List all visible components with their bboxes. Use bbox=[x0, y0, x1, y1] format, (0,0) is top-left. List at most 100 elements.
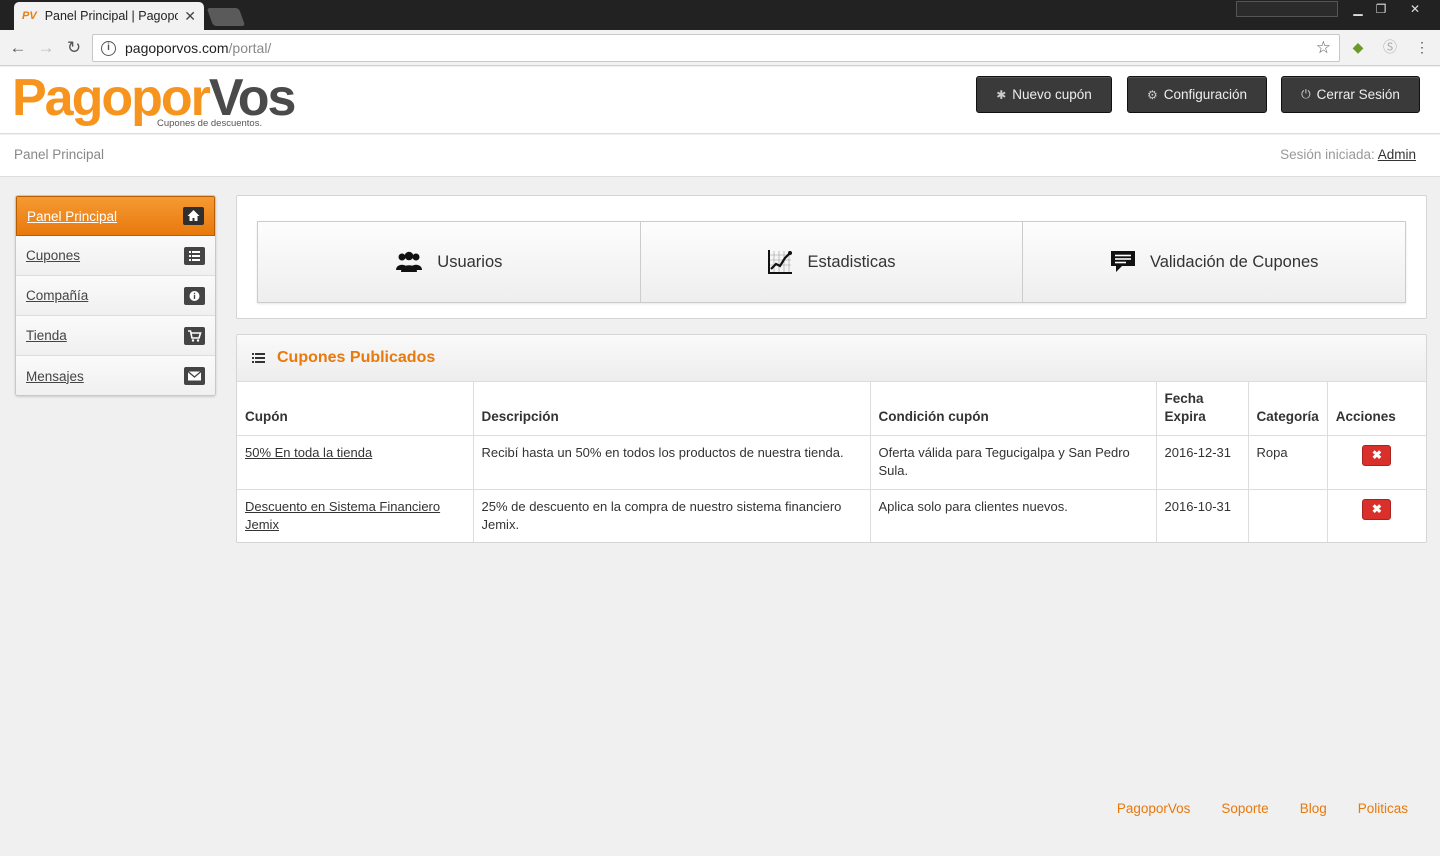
browser-tab[interactable]: PV Panel Principal | Pagopor ✕ bbox=[14, 2, 204, 30]
logout-button[interactable]: ⏻ Cerrar Sesión bbox=[1281, 76, 1420, 113]
category-cell: Ropa bbox=[1248, 435, 1328, 490]
bookmark-star-icon[interactable]: ☆ bbox=[1316, 38, 1331, 58]
session-prefix: Sesión iniciada: bbox=[1280, 147, 1375, 162]
sidebar-item-label[interactable]: Mensajes bbox=[26, 369, 84, 384]
cart-icon bbox=[184, 326, 205, 345]
column-header-descripcion: Descripción bbox=[473, 382, 871, 436]
footer-link-blog[interactable]: Blog bbox=[1300, 801, 1327, 816]
column-header-cupon: Cupón bbox=[237, 382, 474, 436]
footer-link-politicas[interactable]: Politicas bbox=[1358, 801, 1408, 816]
gear-icon: ⚙ bbox=[1146, 87, 1158, 102]
column-header-acciones: Acciones bbox=[1327, 382, 1426, 436]
users-icon bbox=[395, 251, 423, 273]
delete-button[interactable]: ✖ bbox=[1362, 499, 1392, 520]
close-window-icon[interactable]: ✕ bbox=[1402, 1, 1428, 17]
remove-icon: ✖ bbox=[1371, 502, 1382, 516]
coupon-link[interactable]: Descuento en Sistema Financiero Jemix bbox=[245, 499, 440, 532]
published-coupons-panel: Cupones Publicados Cupón Descripción Con… bbox=[236, 334, 1427, 543]
new-tab-button[interactable] bbox=[206, 8, 246, 26]
favicon-icon: PV bbox=[22, 10, 37, 22]
actions-cell: ✖ bbox=[1327, 435, 1426, 490]
statistics-label: Estadisticas bbox=[807, 252, 896, 271]
browser-toolbar: ← → ↻ i pagoporvos.com/portal/ ☆ ◆ Ⓢ ⋮ bbox=[0, 30, 1440, 66]
actions-cell: ✖ bbox=[1327, 490, 1426, 543]
column-header-categoria: Categoría bbox=[1248, 382, 1328, 436]
footer-link-soporte[interactable]: Soporte bbox=[1221, 801, 1268, 816]
address-bar[interactable]: i pagoporvos.com/portal/ ☆ bbox=[92, 34, 1340, 62]
sidebar-item-label[interactable]: Panel Principal bbox=[27, 209, 117, 224]
table-row: 50% En toda la tienda Recibí hasta un 50… bbox=[237, 435, 1426, 490]
users-button[interactable]: Usuarios bbox=[258, 222, 641, 302]
settings-button[interactable]: ⚙ Configuración bbox=[1127, 76, 1267, 113]
delete-button[interactable]: ✖ bbox=[1362, 445, 1392, 466]
list-icon bbox=[251, 351, 267, 365]
envelope-icon bbox=[184, 367, 205, 385]
skype-icon[interactable]: Ⓢ bbox=[1381, 38, 1399, 56]
logo-tagline: Cupones de descuentos. bbox=[157, 118, 263, 129]
panel-header: Cupones Publicados bbox=[237, 335, 1426, 382]
asterisk-icon: ✱ bbox=[996, 87, 1007, 102]
url-path: /portal/ bbox=[228, 40, 272, 56]
forward-icon[interactable]: → bbox=[36, 38, 56, 58]
coupon-validation-button[interactable]: Validación de Cupones bbox=[1023, 222, 1406, 302]
home-icon bbox=[183, 207, 204, 225]
sidebar: Panel Principal Cupones Compañía Tienda … bbox=[15, 195, 216, 396]
chart-icon bbox=[767, 249, 793, 275]
sidebar-item-label[interactable]: Tienda bbox=[26, 328, 67, 343]
footer-links: PagoporVos Soporte Blog Politicas bbox=[1117, 801, 1408, 816]
condition-cell: Aplica solo para clientes nuevos. bbox=[870, 489, 1157, 542]
coupons-table: Cupón Descripción Condición cupón Fecha … bbox=[237, 382, 1426, 543]
menu-icon[interactable]: ⋮ bbox=[1413, 38, 1431, 56]
breadcrumb: Panel Principal bbox=[14, 147, 105, 162]
users-label: Usuarios bbox=[437, 252, 503, 271]
description-cell: 25% de descuento en la compra de nuestro… bbox=[473, 489, 871, 542]
browser-titlebar: PV Panel Principal | Pagopor ✕ ▁ ❐ ✕ bbox=[0, 0, 1440, 30]
expires-cell: 2016-12-31 bbox=[1156, 435, 1249, 490]
category-cell bbox=[1248, 489, 1328, 542]
table-header-row: Cupón Descripción Condición cupón Fecha … bbox=[237, 382, 1426, 436]
remove-icon: ✖ bbox=[1371, 448, 1382, 462]
sidebar-item-cupones[interactable]: Cupones bbox=[16, 236, 215, 276]
coupon-validation-label: Validación de Cupones bbox=[1149, 252, 1319, 271]
expires-cell: 2016-10-31 bbox=[1156, 489, 1249, 542]
url-host: pagoporvos.com bbox=[125, 40, 229, 56]
sidebar-item-compania[interactable]: Compañía bbox=[16, 276, 215, 316]
coupon-link[interactable]: 50% En toda la tienda bbox=[245, 445, 372, 460]
condition-cell: Oferta válida para Tegucigalpa y San Ped… bbox=[870, 435, 1157, 490]
tab-title: Panel Principal | Pagopor bbox=[44, 9, 179, 23]
reload-icon[interactable]: ↻ bbox=[64, 38, 84, 58]
table-row: Descuento en Sistema Financiero Jemix 25… bbox=[237, 489, 1426, 543]
statistics-button[interactable]: Estadisticas bbox=[640, 222, 1024, 302]
restore-icon[interactable]: ❐ bbox=[1368, 1, 1394, 17]
site-info-icon[interactable]: i bbox=[101, 40, 116, 56]
site-header: PagoporVos Cupones de descuentos. ✱ Nuev… bbox=[0, 67, 1440, 134]
sidebar-item-label[interactable]: Compañía bbox=[26, 288, 88, 303]
comment-icon bbox=[1110, 250, 1136, 274]
settings-label: Configuración bbox=[1163, 87, 1248, 102]
close-tab-icon[interactable]: ✕ bbox=[184, 8, 196, 25]
session-info: Sesión iniciada: Admin bbox=[1280, 147, 1416, 162]
logo[interactable]: PagoporVos Cupones de descuentos. bbox=[12, 69, 296, 129]
sidebar-item-label[interactable]: Cupones bbox=[26, 248, 80, 263]
logout-label: Cerrar Sesión bbox=[1316, 87, 1400, 102]
sidebar-item-tienda[interactable]: Tienda bbox=[16, 316, 215, 356]
description-cell: Recibí hasta un 50% en todos los product… bbox=[473, 435, 871, 490]
breadcrumb-bar: Panel Principal Sesión iniciada: Admin bbox=[0, 135, 1440, 177]
window-user-area bbox=[1236, 1, 1338, 17]
sidebar-item-mensajes[interactable]: Mensajes bbox=[16, 356, 215, 395]
info-icon bbox=[184, 286, 205, 305]
footer-link-pagoporvos[interactable]: PagoporVos bbox=[1117, 801, 1191, 816]
panel-title: Cupones Publicados bbox=[277, 349, 436, 366]
quick-access-group: Usuarios Estadisticas Validación de Cupo… bbox=[257, 221, 1406, 303]
list-icon bbox=[184, 246, 205, 265]
new-coupon-label: Nuevo cupón bbox=[1012, 87, 1092, 102]
new-coupon-button[interactable]: ✱ Nuevo cupón bbox=[976, 76, 1112, 113]
power-icon: ⏻ bbox=[1301, 87, 1311, 101]
sidebar-item-panel-principal[interactable]: Panel Principal bbox=[16, 196, 215, 236]
column-header-fecha-expira: Fecha Expira bbox=[1156, 382, 1249, 436]
quick-access-panel: Usuarios Estadisticas Validación de Cupo… bbox=[236, 195, 1427, 319]
column-header-condicion: Condición cupón bbox=[870, 382, 1157, 436]
session-user-link[interactable]: Admin bbox=[1378, 147, 1416, 162]
back-icon[interactable]: ← bbox=[8, 38, 28, 58]
extension-icon[interactable]: ◆ bbox=[1349, 38, 1367, 56]
